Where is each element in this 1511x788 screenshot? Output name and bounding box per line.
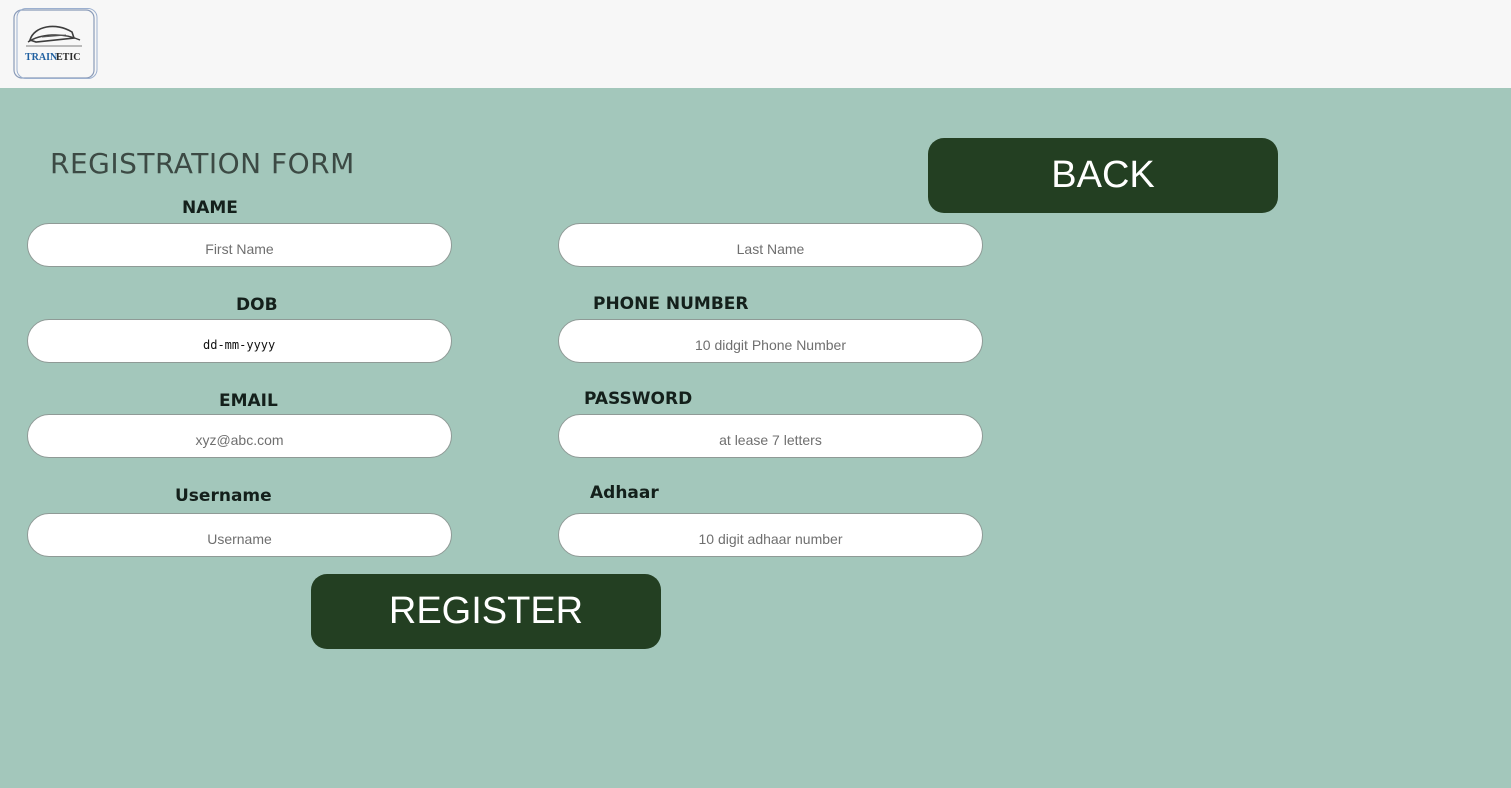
username-input[interactable] — [27, 513, 452, 557]
back-button[interactable]: BACK — [928, 138, 1278, 213]
username-label: Username — [175, 486, 272, 506]
phone-number-input[interactable] — [558, 319, 983, 363]
dob-label: DOB — [236, 295, 278, 315]
register-button[interactable]: REGISTER — [311, 574, 661, 649]
password-label: PASSWORD — [584, 389, 693, 409]
email-label: EMAIL — [219, 391, 278, 411]
dob-input[interactable] — [27, 319, 452, 363]
logo-text-train: TRAIN — [25, 52, 58, 63]
phone-number-label: PHONE NUMBER — [593, 294, 749, 314]
trainetic-logo[interactable]: TRAIN ETIC — [12, 8, 98, 80]
adhaar-label: Adhaar — [590, 483, 659, 503]
last-name-input[interactable] — [558, 223, 983, 267]
first-name-input[interactable] — [27, 223, 452, 267]
email-input[interactable] — [27, 414, 452, 458]
top-header: TRAIN ETIC — [0, 0, 1511, 88]
name-label: NAME — [182, 198, 238, 218]
train-logo-icon: TRAIN ETIC — [13, 8, 98, 79]
form-title: REGISTRATION FORM — [50, 147, 355, 180]
logo-text-etic: ETIC — [56, 52, 80, 63]
password-input[interactable] — [558, 414, 983, 458]
adhaar-input[interactable] — [558, 513, 983, 557]
